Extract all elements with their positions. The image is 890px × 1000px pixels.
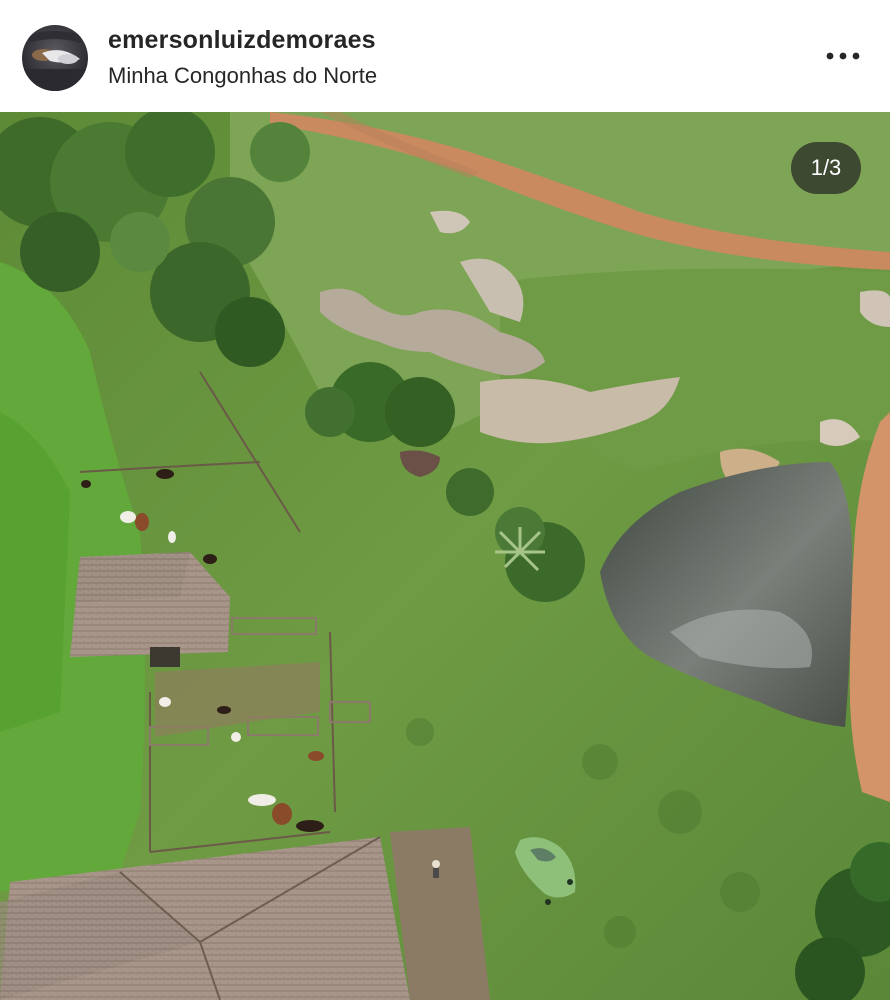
post-username[interactable]: emersonluizdemoraes [108,26,376,55]
post-location[interactable]: Minha Congonhas do Norte [108,63,377,89]
aerial-farm-photo [0,112,890,1000]
more-horizontal-icon [826,52,860,60]
post-photo[interactable] [0,112,890,1000]
instagram-post: emersonluizdemoraes Minha Congonhas do N… [0,0,890,1000]
more-options-button[interactable] [820,40,866,72]
profile-avatar[interactable] [22,25,88,91]
post-header: emersonluizdemoraes Minha Congonhas do N… [0,0,890,112]
avatar-image [22,25,88,91]
carousel-counter-badge: 1/3 [791,142,861,194]
